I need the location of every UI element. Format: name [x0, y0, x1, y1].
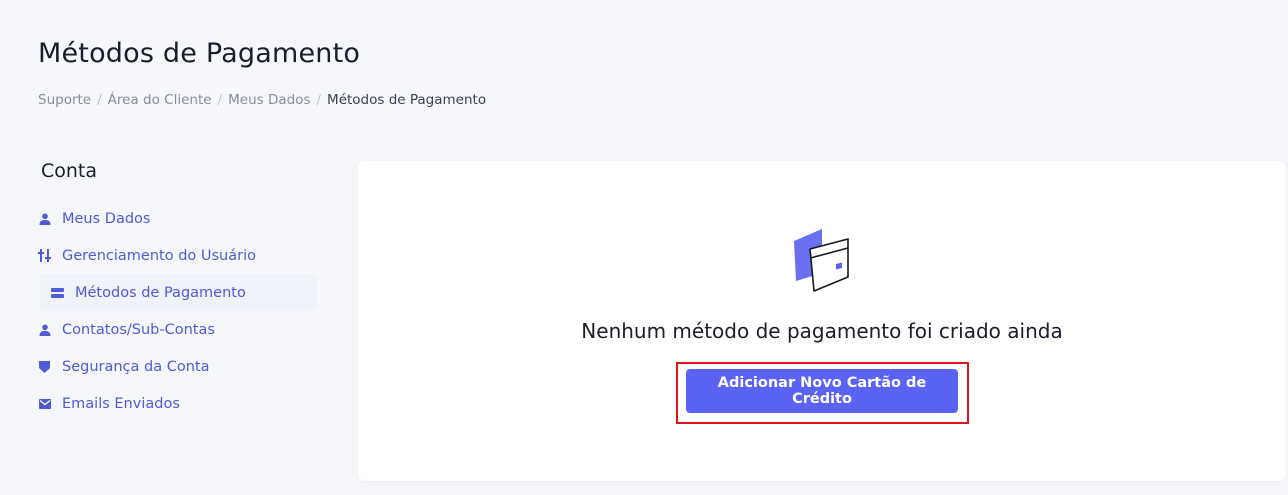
page-title: Métodos de Pagamento — [38, 38, 361, 69]
sidebar-item-label: Gerenciamento do Usuário — [62, 247, 256, 264]
sliders-icon — [38, 249, 51, 262]
breadcrumb-item-meus-dados[interactable]: Meus Dados — [228, 92, 310, 108]
user-icon — [38, 323, 51, 336]
add-credit-card-button[interactable]: Adicionar Novo Cartão de Crédito — [686, 369, 958, 413]
sidebar-item-contatos-subcontas[interactable]: Contatos/Sub-Contas — [38, 311, 318, 348]
payment-methods-card: Nenhum método de pagamento foi criado ai… — [358, 161, 1286, 481]
sidebar-item-label: Meus Dados — [62, 210, 151, 227]
breadcrumb-separator: / — [217, 92, 223, 108]
breadcrumb-item-area-do-cliente[interactable]: Área do Cliente — [108, 92, 212, 108]
sidebar-item-label: Emails Enviados — [62, 395, 180, 412]
breadcrumb-item-current: Métodos de Pagamento — [327, 92, 487, 108]
sidebar-item-seguranca-conta[interactable]: Segurança da Conta — [38, 348, 318, 385]
sidebar-item-metodos-pagamento[interactable]: Métodos de Pagamento — [40, 274, 317, 311]
breadcrumb: Suporte / Área do Cliente / Meus Dados /… — [38, 92, 486, 108]
breadcrumb-separator: / — [97, 92, 102, 108]
sidebar-item-emails-enviados[interactable]: Emails Enviados — [38, 385, 318, 422]
card-icon — [51, 286, 64, 299]
credit-card-illustration-icon — [792, 227, 852, 297]
sidebar-item-label: Segurança da Conta — [62, 358, 210, 375]
account-sidebar: Conta Meus Dados Gerenciamento do Usuári… — [38, 160, 318, 422]
breadcrumb-item-suporte[interactable]: Suporte — [38, 92, 91, 108]
shield-icon — [38, 360, 51, 373]
sidebar-item-meus-dados[interactable]: Meus Dados — [38, 200, 318, 237]
sidebar-item-label: Métodos de Pagamento — [75, 284, 246, 301]
empty-state-message: Nenhum método de pagamento foi criado ai… — [581, 319, 1063, 343]
mail-icon — [38, 397, 51, 410]
breadcrumb-separator: / — [316, 92, 322, 108]
sidebar-title: Conta — [41, 160, 98, 182]
sidebar-item-gerenciamento-usuario[interactable]: Gerenciamento do Usuário — [38, 237, 318, 274]
sidebar-item-label: Contatos/Sub-Contas — [62, 321, 215, 338]
user-icon — [38, 212, 51, 225]
